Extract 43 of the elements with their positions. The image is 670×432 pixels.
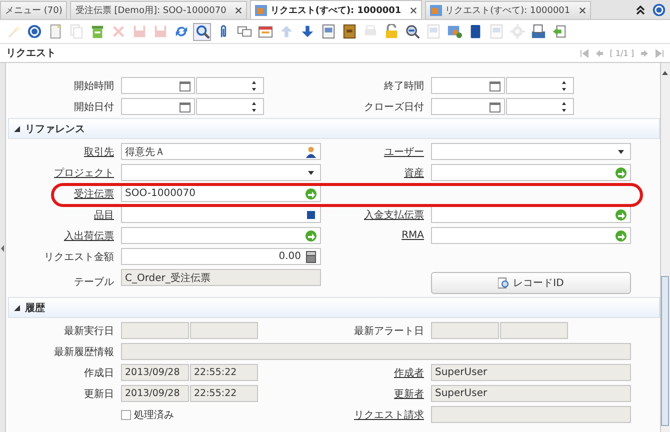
field-label[interactable]: プロジェクト (6, 166, 114, 180)
date-field: 2013/09/28 (121, 364, 189, 381)
input-field: C_Order_受注伝票 (121, 269, 321, 286)
field-label[interactable]: 入金支払伝票 (328, 208, 424, 222)
field-label: リクエスト金額 (43, 250, 114, 264)
field-label: テーブル (73, 276, 114, 288)
record-id-button[interactable]: レコードID (431, 272, 631, 294)
date-field: 2013/09/28 (121, 385, 189, 402)
field-label: 更新日 (83, 388, 114, 400)
input-field: SuperUser (431, 385, 631, 402)
field-label: 開始日付 (73, 100, 114, 114)
field-label[interactable]: 品目 (6, 208, 114, 222)
section-header[interactable]: 履歴 (8, 297, 660, 318)
amount-field[interactable]: 0.00 (121, 248, 321, 265)
section-header[interactable]: リファレンス (8, 118, 660, 139)
field-label[interactable]: 資産 (328, 166, 424, 180)
tab[interactable]: メニュー (70) (0, 1, 68, 19)
field-label: 最新アラート日 (353, 324, 424, 338)
field-label: 作成日 (83, 366, 114, 380)
tab[interactable]: 受注伝票 [Demo用]: SOO-1000070 (70, 1, 248, 19)
field-label[interactable]: 受注伝票 (6, 186, 114, 200)
tab[interactable]: リクエスト(すべて): 1000001 (425, 1, 592, 19)
checkbox-label: 処理済み (134, 408, 174, 422)
page-title: リクエスト (6, 47, 56, 60)
field-label: 開始時間 (73, 80, 114, 92)
field-label: 終了時間 (383, 80, 424, 92)
field-label: 最新実行日 (63, 324, 114, 338)
field-label[interactable]: 取引先 (6, 144, 114, 158)
field-label[interactable]: 入出荷伝票 (6, 228, 114, 242)
field-label: 最新履歴情報 (53, 346, 114, 358)
tab[interactable]: リクエスト(すべて): 1000001 (250, 0, 422, 19)
record-position: [ 1/1 ] (610, 48, 634, 58)
field-label[interactable]: RMA (328, 230, 424, 241)
input-field: SuperUser (431, 364, 631, 381)
field-label: クローズ日付 (363, 100, 424, 114)
field-label[interactable]: ユーザー (328, 144, 424, 158)
field-label[interactable]: リクエスト請求 (328, 408, 424, 422)
field-label[interactable]: 作成者 (328, 366, 424, 380)
time-field: 22:55:22 (190, 364, 258, 381)
field-label[interactable]: 更新者 (328, 386, 424, 400)
input-field[interactable]: SOO-1000070 (121, 185, 321, 202)
time-field: 22:55:22 (190, 385, 258, 402)
input-field[interactable]: 得意先Ａ (121, 143, 321, 160)
